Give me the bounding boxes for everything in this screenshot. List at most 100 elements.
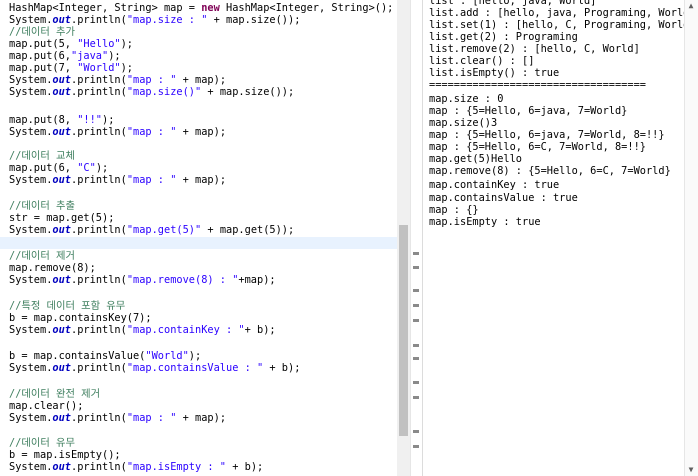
code-line[interactable]: System.out.println("map.size()" + map.si… bbox=[9, 86, 294, 98]
code-comment: //데이터 제거 bbox=[9, 250, 75, 262]
code-text: + map); bbox=[176, 74, 227, 86]
code-line[interactable]: map.put(6,"java"); bbox=[9, 50, 121, 62]
code-comment: //데이터 교체 bbox=[9, 150, 75, 162]
ruler-mark-icon[interactable] bbox=[413, 445, 419, 448]
code-text: map.clear(); bbox=[9, 400, 84, 412]
ruler-mark-icon[interactable] bbox=[413, 381, 419, 384]
console-line: list.get(2) : Programing bbox=[429, 31, 578, 43]
code-line[interactable]: System.out.println("map.containKey : "+ … bbox=[9, 324, 276, 336]
console-line: map.isEmpty : true bbox=[429, 216, 541, 228]
code-string: "map.remove(8) : " bbox=[126, 274, 239, 286]
console-scrollbar[interactable] bbox=[684, 0, 698, 476]
ruler-mark-icon[interactable] bbox=[413, 252, 419, 255]
code-text: + b); bbox=[226, 461, 264, 473]
console-line: list : [hello, java, World] bbox=[429, 0, 597, 7]
code-text: + b); bbox=[263, 362, 301, 374]
code-line[interactable]: System.out.println("map : " + map); bbox=[9, 174, 226, 186]
code-string: "World" bbox=[145, 350, 189, 362]
code-line[interactable]: System.out.println("map.remove(8) : "+ma… bbox=[9, 274, 276, 286]
code-text: System. bbox=[9, 224, 53, 236]
code-text: + map); bbox=[176, 174, 227, 186]
code-text: System. bbox=[9, 74, 53, 86]
code-text: + b); bbox=[244, 324, 276, 336]
code-text: ); bbox=[102, 114, 115, 126]
code-text: ); bbox=[188, 350, 202, 362]
code-line[interactable]: map.put(7, "World"); bbox=[9, 62, 133, 74]
code-line[interactable]: System.out.println("map : " + map); bbox=[9, 126, 226, 138]
code-string: "map : " bbox=[126, 74, 177, 86]
code-line[interactable]: System.out.println("map.containsValue : … bbox=[9, 362, 300, 374]
ruler-mark-icon[interactable] bbox=[413, 304, 419, 307]
editor-scroll-thumb[interactable] bbox=[399, 225, 408, 436]
current-line[interactable] bbox=[0, 237, 397, 249]
code-editor[interactable]: HashMap<Integer, String> map = new HashM… bbox=[0, 0, 397, 476]
code-line[interactable]: HashMap<Integer, String> map = new HashM… bbox=[9, 2, 393, 14]
ruler-mark-icon[interactable] bbox=[413, 396, 419, 399]
console-line: list.add : [hello, java, Programing, Wor… bbox=[429, 7, 685, 19]
code-line[interactable]: System.out.println("map.size : " + map.s… bbox=[9, 14, 300, 26]
code-line[interactable]: //데이터 추가 bbox=[9, 26, 75, 38]
code-text: + map.size()); bbox=[201, 86, 295, 98]
code-text: System. bbox=[9, 86, 53, 98]
code-text: .println( bbox=[71, 362, 127, 374]
console-line: map.remove(8) : {5=Hello, 6=C, 7=World} bbox=[429, 165, 671, 177]
code-line[interactable]: b = map.isEmpty(); bbox=[9, 449, 121, 461]
console-line: map : {5=Hello, 6=C, 7=World, 8=!!} bbox=[429, 141, 646, 153]
scroll-down-arrow-icon[interactable]: ▼ bbox=[686, 465, 696, 475]
code-field: out bbox=[52, 461, 72, 473]
code-field: out bbox=[52, 74, 72, 86]
code-text: .println( bbox=[71, 274, 127, 286]
code-text: System. bbox=[9, 14, 53, 26]
code-text: .println( bbox=[71, 14, 127, 26]
code-line[interactable]: b = map.containsKey(7); bbox=[9, 312, 152, 324]
code-text: System. bbox=[9, 461, 53, 473]
code-line[interactable]: str = map.get(5); bbox=[9, 212, 114, 224]
console-line: list.clear() : [] bbox=[429, 55, 535, 67]
code-text: str = map.get(5); bbox=[9, 212, 115, 224]
code-text: .println( bbox=[71, 74, 127, 86]
code-line[interactable]: //데이터 교체 bbox=[9, 150, 75, 162]
ruler-mark-icon[interactable] bbox=[413, 430, 419, 433]
ruler-mark-icon[interactable] bbox=[413, 289, 419, 292]
code-text: + map); bbox=[176, 126, 227, 138]
console-output[interactable]: list : [hello, java, World] list.add : [h… bbox=[422, 0, 685, 476]
code-comment: //데이터 유무 bbox=[9, 437, 75, 449]
code-line[interactable]: //데이터 제거 bbox=[9, 250, 75, 262]
ruler-mark-icon[interactable] bbox=[413, 357, 419, 360]
console-line: =================================== bbox=[429, 79, 646, 91]
code-field: out bbox=[52, 362, 72, 374]
code-text: b = map.containsValue( bbox=[9, 350, 146, 362]
ruler-mark-icon[interactable] bbox=[413, 319, 419, 322]
code-line[interactable]: map.put(5, "Hello"); bbox=[9, 38, 133, 50]
code-line[interactable]: System.out.println("map.get(5)" + map.ge… bbox=[9, 224, 294, 236]
console-line: map.containKey : true bbox=[429, 179, 560, 191]
code-line[interactable]: System.out.println("map.isEmpty : " + b)… bbox=[9, 461, 263, 473]
code-comment: //특정 데이터 포함 유무 bbox=[9, 300, 126, 312]
console-line: map.size()3 bbox=[429, 117, 498, 129]
code-line[interactable]: //특정 데이터 포함 유무 bbox=[9, 300, 125, 312]
code-text: System. bbox=[9, 174, 53, 186]
code-line[interactable]: //데이터 유무 bbox=[9, 437, 75, 449]
code-line[interactable]: map.clear(); bbox=[9, 400, 83, 412]
code-field: out bbox=[52, 126, 72, 138]
code-field: out bbox=[52, 14, 72, 26]
code-line[interactable]: //데이터 추출 bbox=[9, 200, 75, 212]
code-line[interactable]: map.remove(8); bbox=[9, 262, 96, 274]
code-comment: //데이터 추가 bbox=[9, 26, 75, 38]
code-string: "map : " bbox=[126, 412, 177, 424]
code-line[interactable]: map.put(6, "C"); bbox=[9, 162, 108, 174]
code-line[interactable]: b = map.containsValue("World"); bbox=[9, 350, 201, 362]
code-line[interactable]: map.put(8, "!!"); bbox=[9, 114, 114, 126]
ruler-mark-icon[interactable] bbox=[413, 266, 419, 269]
code-string: "map : " bbox=[126, 126, 177, 138]
code-string: "map.size()" bbox=[126, 86, 202, 98]
code-line[interactable]: System.out.println("map : " + map); bbox=[9, 412, 226, 424]
code-line[interactable]: //데이터 완전 제거 bbox=[9, 388, 100, 400]
code-string: "C" bbox=[77, 162, 96, 174]
scroll-up-arrow-icon[interactable]: ▲ bbox=[686, 1, 696, 11]
ruler-mark-icon[interactable] bbox=[413, 344, 419, 347]
code-text: .println( bbox=[71, 174, 127, 186]
code-line[interactable]: System.out.println("map : " + map); bbox=[9, 74, 226, 86]
code-text: b = map.containsKey(7); bbox=[9, 312, 152, 324]
console-line: map : {} bbox=[429, 204, 479, 216]
